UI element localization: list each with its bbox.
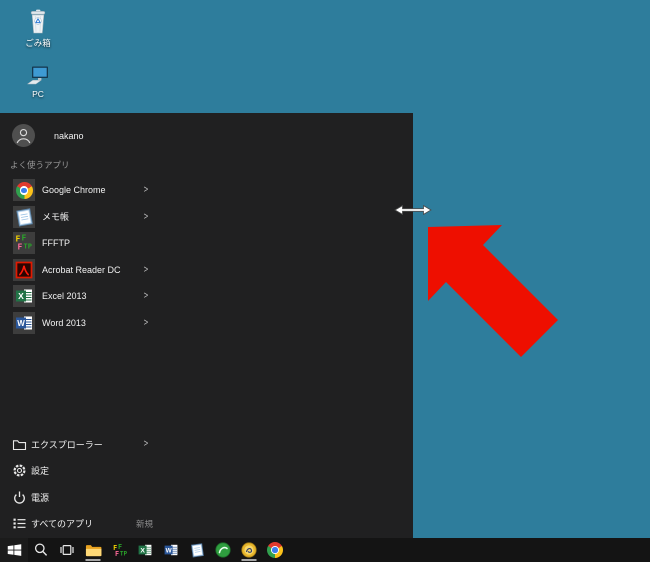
- user-name: nakano: [54, 130, 84, 141]
- menu-item-excel-2013[interactable]: X Excel 2013 >: [13, 283, 173, 310]
- search-icon: [34, 543, 48, 556]
- app-tile: [13, 258, 35, 281]
- menu-item-label: Acrobat Reader DC: [42, 264, 121, 275]
- menu-item-notepad[interactable]: メモ帳 >: [13, 204, 173, 231]
- svg-text:TP: TP: [119, 550, 126, 557]
- gold-circle-icon: [241, 542, 257, 558]
- menu-item-all-apps[interactable]: すべてのアプリ 新規: [12, 511, 172, 538]
- notepad-icon: [16, 208, 33, 227]
- frequent-apps-list: Google Chrome > メモ帳 > F F F TP FFFTP Acr…: [13, 177, 173, 336]
- ffftp-icon: F F F TP: [113, 543, 127, 558]
- start-button[interactable]: [0, 538, 28, 562]
- menu-item-google-chrome[interactable]: Google Chrome >: [13, 177, 173, 204]
- chevron-right-icon: >: [143, 211, 149, 223]
- power-icon: [14, 491, 25, 504]
- pc-icon: [26, 66, 48, 85]
- recycle-bin-icon: [30, 9, 46, 34]
- active-app-underline: [85, 559, 101, 561]
- task-view-button[interactable]: [54, 538, 80, 562]
- menu-item-explorer[interactable]: エクスプローラー >: [12, 431, 172, 458]
- excel-icon: X: [138, 544, 152, 556]
- menu-item-label: Word 2013: [42, 317, 86, 328]
- svg-text:F: F: [115, 550, 119, 558]
- system-items-list: エクスプローラー > 設定 電源 すべてのアプリ 新規: [12, 431, 172, 537]
- notepad-icon: [191, 543, 204, 558]
- svg-text:F: F: [22, 234, 27, 243]
- menu-item-label: 電源: [31, 492, 50, 503]
- app-tile: X: [13, 285, 35, 308]
- menu-item-power[interactable]: 電源: [12, 484, 172, 511]
- task-view-icon: [60, 544, 74, 556]
- svg-text:X: X: [18, 291, 24, 301]
- menu-item-word-2013[interactable]: W Word 2013 >: [13, 310, 173, 337]
- user-avatar-icon: [12, 124, 35, 147]
- app-tile: [13, 179, 35, 202]
- taskbar-file-explorer-button[interactable]: [80, 538, 106, 562]
- taskbar: F F F TP X W: [0, 538, 650, 562]
- taskbar-chrome-button[interactable]: [262, 538, 288, 562]
- desktop-icon-recycle-bin[interactable]: ごみ箱: [12, 6, 64, 49]
- word-icon: W: [164, 544, 178, 556]
- menu-item-label: Google Chrome: [42, 185, 106, 196]
- svg-text:X: X: [140, 548, 145, 555]
- app-tile: F F F TP: [13, 232, 35, 255]
- menu-item-settings[interactable]: 設定: [12, 458, 172, 485]
- taskbar-ffftp-button[interactable]: F F F TP: [106, 538, 132, 562]
- chevron-right-icon: >: [143, 317, 149, 329]
- windows-logo-icon: [7, 544, 21, 556]
- taskbar-excel-button[interactable]: X: [132, 538, 158, 562]
- taskbar-search-button[interactable]: [28, 538, 54, 562]
- active-app-underline: [241, 559, 257, 561]
- svg-text:W: W: [166, 548, 173, 555]
- menu-item-label: メモ帳: [42, 212, 70, 223]
- desktop: ごみ箱 PC nakano よく使うアプリ Google Chrome > メモ…: [0, 0, 650, 562]
- chrome-icon: [267, 542, 283, 558]
- menu-item-label: すべてのアプリ: [31, 519, 94, 530]
- app-tile: [13, 205, 35, 228]
- user-account-button[interactable]: nakano: [12, 124, 84, 147]
- menu-item-label: FFFTP: [42, 238, 70, 249]
- taskbar-gold-app-button[interactable]: [236, 538, 262, 562]
- acrobat-icon: [15, 261, 33, 279]
- app-tile: W: [13, 311, 35, 334]
- desktop-icon-pc[interactable]: PC: [12, 64, 64, 99]
- all-apps-icon: [13, 518, 26, 529]
- excel-icon: X: [16, 289, 32, 303]
- green-circle-icon: [215, 542, 231, 558]
- chevron-right-icon: >: [143, 264, 149, 276]
- menu-item-label: エクスプローラー: [31, 439, 103, 450]
- svg-text:W: W: [17, 319, 25, 328]
- menu-item-acrobat-reader[interactable]: Acrobat Reader DC >: [13, 257, 173, 284]
- taskbar-green-app-button[interactable]: [210, 538, 236, 562]
- taskbar-notepad-button[interactable]: [184, 538, 210, 562]
- gear-icon: [13, 464, 26, 477]
- chrome-icon: [15, 181, 33, 199]
- folder-outline-icon: [12, 440, 27, 450]
- new-badge: 新規: [136, 518, 154, 529]
- chevron-right-icon: >: [143, 438, 149, 450]
- menu-item-ffftp[interactable]: F F F TP FFFTP: [13, 230, 173, 257]
- ffftp-icon: F F F TP: [16, 234, 32, 252]
- taskbar-word-button[interactable]: W: [158, 538, 184, 562]
- folder-icon: [85, 544, 101, 556]
- section-header: よく使うアプリ: [10, 160, 70, 170]
- horizontal-resize-cursor-icon: [394, 204, 432, 216]
- svg-text:F: F: [18, 243, 23, 252]
- desktop-icon-label: PC: [32, 89, 44, 99]
- annotation-arrow-icon: [428, 225, 558, 357]
- chevron-right-icon: >: [143, 290, 149, 302]
- desktop-icon-label: ごみ箱: [25, 38, 51, 48]
- start-menu: nakano よく使うアプリ Google Chrome > メモ帳 > F F…: [0, 113, 413, 538]
- menu-item-label: Excel 2013: [42, 291, 87, 302]
- word-icon: W: [16, 316, 32, 330]
- svg-text:TP: TP: [24, 243, 32, 251]
- menu-item-label: 設定: [31, 466, 50, 477]
- chevron-right-icon: >: [143, 184, 149, 196]
